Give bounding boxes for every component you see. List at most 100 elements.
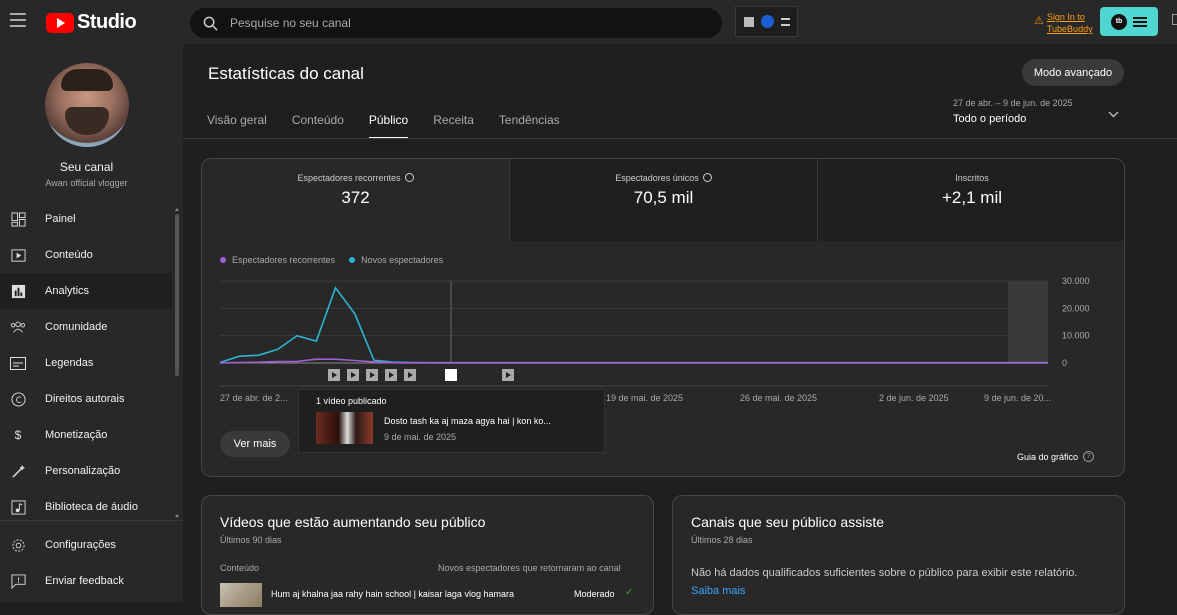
series-line <box>219 358 1048 364</box>
y-tick-label: 0 <box>1062 358 1067 368</box>
extension-icon[interactable] <box>743 16 754 27</box>
x-tick-label: 26 de mai. de 2025 <box>740 393 818 403</box>
avatar[interactable] <box>45 63 129 147</box>
check-icon: ✓ <box>625 587 634 598</box>
period-selector[interactable]: 27 de abr. – 9 de jun. de 2025 Todo o pe… <box>953 98 1119 125</box>
upload-marker-selected <box>445 369 457 381</box>
copyright-icon: C <box>10 391 26 407</box>
content-icon <box>10 247 26 263</box>
stat-subscribers[interactable]: Inscritos +2,1 mil <box>818 159 1124 241</box>
legend-label: Novos espectadores <box>361 255 444 265</box>
tabs: Visão geral Conteúdo Público Receita Ten… <box>207 113 585 139</box>
tab-tendencias[interactable]: Tendências <box>499 113 560 139</box>
video-title[interactable]: Hum aj khalna jaa rahy hain school | kai… <box>271 589 514 599</box>
sidebar-item-label: Enviar feedback <box>45 575 124 587</box>
monetization-icon: $ <box>14 428 22 442</box>
legend-item[interactable]: Espectadores recorrentes <box>220 255 335 265</box>
line-chart[interactable]: 30.000 20.000 10.000 0 <box>202 269 1125 409</box>
stat-unique-viewers[interactable]: Espectadores únicos 70,5 mil <box>510 159 818 241</box>
tab-visao-geral[interactable]: Visão geral <box>207 113 267 139</box>
stat-label: Espectadores recorrentes <box>297 173 401 183</box>
chart-guide-label: Guia do gráfico <box>1017 451 1079 462</box>
list-icon[interactable] <box>780 17 790 26</box>
sidebar-item-conteudo[interactable]: Conteúdo <box>0 237 172 273</box>
video-title[interactable]: Dosto tash ka aj maza agya hai | kon ko.… <box>384 416 551 426</box>
channel-name: Seu canal <box>59 160 114 174</box>
legend-item[interactable]: Novos espectadores <box>349 255 443 265</box>
y-tick-label: 10.000 <box>1062 331 1090 341</box>
sidebar-item-comunidade[interactable]: Comunidade <box>0 309 172 345</box>
sidebar-item-analytics[interactable]: Analytics <box>0 273 172 309</box>
tab-receita[interactable]: Receita <box>433 113 474 139</box>
sidebar: Seu canal Awan official vlogger Painel C… <box>0 44 183 602</box>
menu-icon[interactable] <box>10 13 26 27</box>
sidebar-item-monetizacao[interactable]: $ Monetização <box>0 417 172 453</box>
analytics-icon <box>10 283 26 299</box>
sidebar-item-configuracoes[interactable]: Configurações <box>0 527 172 563</box>
column-header: Conteúdo <box>220 563 260 573</box>
card-subtitle: Últimos 28 dias <box>691 535 753 545</box>
column-header: Novos espectadores que retornaram ao can… <box>438 563 621 573</box>
legend-dot <box>220 257 226 263</box>
sidebar-item-legendas[interactable]: Legendas <box>0 345 172 381</box>
see-more-button[interactable]: Ver mais <box>220 431 290 457</box>
search-icon <box>203 16 218 31</box>
legend-label: Espectadores recorrentes <box>232 255 336 265</box>
channels-watched-card: Canais que seu público assiste Últimos 2… <box>672 495 1125 615</box>
x-tick-label: 9 de jun. de 20... <box>984 393 1052 403</box>
community-icon <box>10 319 26 335</box>
empty-message: Não há dados qualificados suficientes so… <box>691 567 1078 579</box>
search-bar[interactable] <box>190 8 722 38</box>
page-title: Estatísticas do canal <box>208 64 364 83</box>
stat-value: 70,5 mil <box>633 188 694 207</box>
search-input[interactable] <box>230 16 670 30</box>
sidebar-item-personalizacao[interactable]: Personalização <box>0 453 172 489</box>
tubebuddy-signin[interactable]: ⚠ Sign In to TubeBuddy <box>1034 11 1103 35</box>
chart-guide-link[interactable]: Guia do gráfico? <box>1017 451 1095 462</box>
sidebar-item-label: Legendas <box>45 357 94 369</box>
dashboard-icon <box>10 211 26 227</box>
status-label: Moderado <box>574 589 615 599</box>
sidebar-item-label: Direitos autorais <box>45 393 125 405</box>
y-tick-label: 20.000 <box>1062 303 1090 313</box>
card-title: Canais que seu público assiste <box>691 514 885 530</box>
tab-publico[interactable]: Público <box>368 113 409 139</box>
advanced-mode-button[interactable]: Modo avançado <box>1022 59 1124 86</box>
x-tick-label: 19 de mai. de 2025 <box>606 393 684 403</box>
stat-returning-viewers[interactable]: Espectadores recorrentes 372 <box>202 159 510 241</box>
stats-row: Espectadores recorrentes 372 Espectadore… <box>202 159 1124 241</box>
chart-legend: Espectadores recorrentes Novos espectado… <box>220 255 457 265</box>
sidebar-item-painel[interactable]: Painel <box>0 201 172 237</box>
sidebar-item-label: Biblioteca de áudio <box>45 501 138 513</box>
sidebar-item-label: Conteúdo <box>45 249 93 261</box>
audio-library-icon <box>10 499 26 515</box>
video-thumbnail[interactable] <box>220 583 262 607</box>
clock-icon <box>404 173 414 182</box>
signin-link[interactable]: Sign In to TubeBuddy <box>1047 11 1103 35</box>
studio-logo[interactable]: Studio <box>46 11 137 34</box>
tooltip-title: 1 vídeo publicado <box>316 396 387 406</box>
top-bar: Studio ⚠ Sign In to TubeBuddy tb <box>0 0 1177 44</box>
main-content: Estatísticas do canal Modo avançado Visã… <box>183 44 1177 615</box>
tab-conteudo[interactable]: Conteúdo <box>292 113 344 139</box>
sidebar-item-direitos-autorais[interactable]: C Direitos autorais <box>0 381 172 417</box>
gear-icon <box>10 537 26 553</box>
customization-icon <box>10 463 26 479</box>
growing-audience-card: Vídeos que estão aumentando seu público … <box>201 495 654 615</box>
panel-icon[interactable] <box>1172 14 1177 25</box>
tubebuddy-button[interactable]: tb <box>1100 7 1158 36</box>
clock-icon <box>702 173 712 182</box>
extensions-area[interactable] <box>735 6 798 37</box>
channel-handle: Awan official vlogger <box>45 178 128 188</box>
sidebar-scroll-thumb[interactable] <box>175 214 179 376</box>
sidebar-item-label: Monetização <box>45 429 108 441</box>
video-thumbnail[interactable] <box>316 412 373 444</box>
period-label: Todo o período <box>953 113 1027 125</box>
tubebuddy-icon: tb <box>1111 13 1127 30</box>
upload-tooltip: 1 vídeo publicado Dosto tash ka aj maza … <box>298 389 605 453</box>
app-name: Studio <box>77 11 137 33</box>
learn-more-link[interactable]: Saiba mais <box>691 585 745 597</box>
y-tick-label: 30.000 <box>1062 276 1090 286</box>
sidebar-item-enviar-feedback[interactable]: Enviar feedback <box>0 563 172 599</box>
extension-icon[interactable] <box>760 15 774 28</box>
